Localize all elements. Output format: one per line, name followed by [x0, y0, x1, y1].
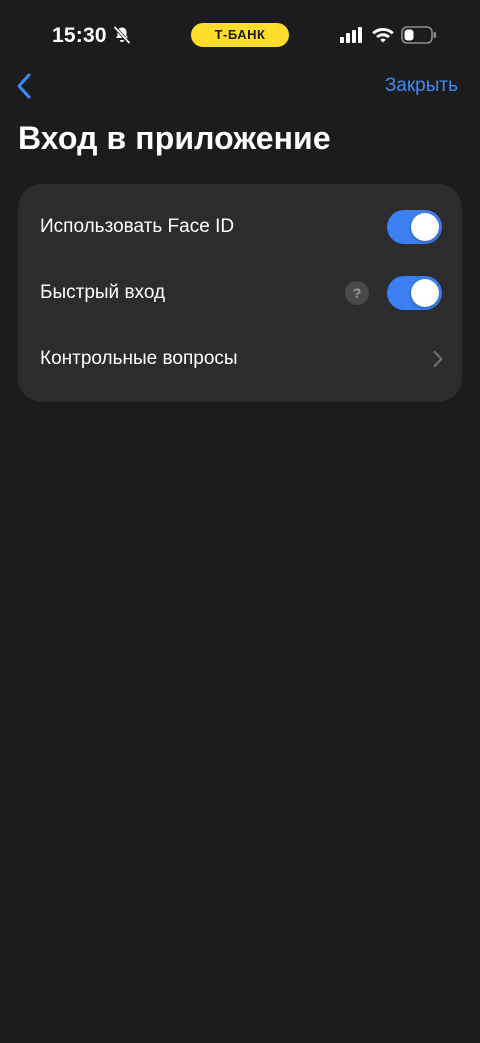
quick-login-toggle[interactable]	[387, 276, 442, 310]
close-button[interactable]: Закрыть	[385, 73, 458, 99]
battery-icon	[401, 26, 436, 44]
status-bar: 15:30 Т-БАНК	[0, 0, 480, 70]
toggle-knob	[411, 279, 439, 307]
settings-row-quick-login[interactable]: Быстрый вход ?	[18, 260, 462, 326]
screen: 15:30 Т-БАНК Закрыть Вход в приложение И…	[0, 0, 480, 1043]
wifi-icon	[372, 28, 394, 43]
row-label: Использовать Face ID	[40, 216, 235, 237]
status-time: 15:30	[52, 24, 107, 47]
row-label: Контрольные вопросы	[40, 348, 238, 369]
back-button[interactable]	[6, 68, 42, 104]
help-icon[interactable]: ?	[345, 281, 369, 305]
chevron-left-icon	[17, 73, 31, 99]
carrier-badge: Т-БАНК	[191, 23, 289, 47]
mute-bell-icon	[113, 25, 131, 45]
face-id-toggle[interactable]	[387, 210, 442, 244]
row-label: Быстрый вход	[40, 282, 166, 303]
signal-icon	[340, 27, 362, 43]
toggle-knob	[411, 213, 439, 241]
settings-row-face-id[interactable]: Использовать Face ID	[18, 194, 462, 260]
page-title: Вход в приложение	[18, 120, 331, 156]
chevron-right-icon	[433, 350, 443, 368]
settings-card: Использовать Face ID Быстрый вход ? Конт…	[18, 184, 462, 402]
settings-row-security-questions[interactable]: Контрольные вопросы	[18, 326, 462, 392]
